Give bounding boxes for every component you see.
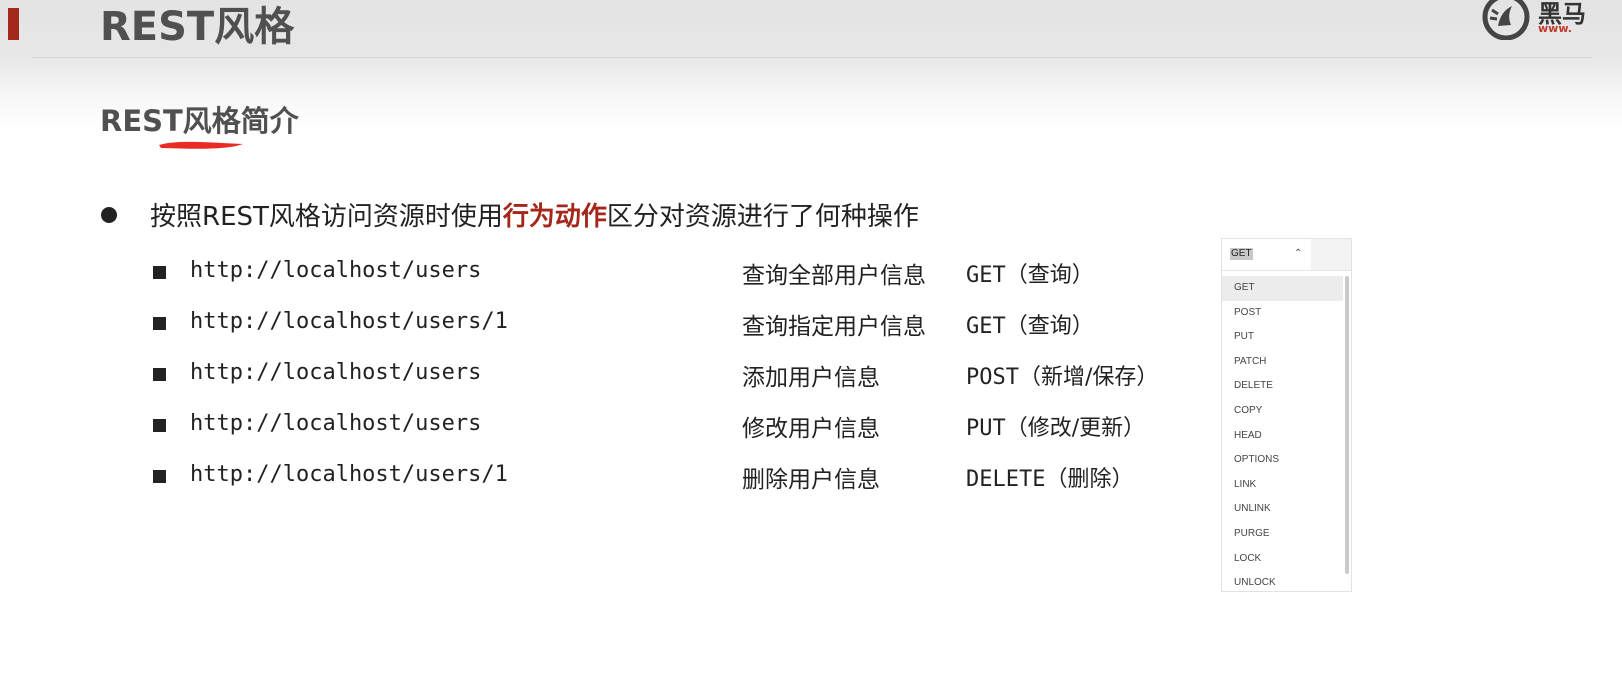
selected-method: GET [1230,248,1253,260]
http-method-dropdown[interactable]: GET ⌃ GET POST PUT PATCH DELETE COPY HEA… [1221,238,1352,592]
square-bullet [153,419,166,432]
endpoint-url: http://localhost/users [190,411,482,436]
dropdown-header-spacer [1311,239,1351,271]
method-note: （新增/保存） [1018,365,1159,390]
square-bullet [153,368,166,381]
method-option[interactable]: LOCK [1222,547,1343,572]
list-item: http://localhost/users/1 删除用户信息 DELETE（删… [0,459,1622,499]
method-name: PUT [966,416,1006,441]
method-option[interactable]: COPY [1222,399,1343,424]
square-bullet [153,266,166,279]
http-method: PUT（修改/更新） [966,410,1145,442]
method-note: （修改/更新） [1005,416,1146,441]
list-item: http://localhost/users/1 查询指定用户信息 GET（查询… [0,306,1622,346]
method-option[interactable]: UNLINK [1222,497,1343,522]
list-item: http://localhost/users 添加用户信息 POST（新增/保存… [0,357,1622,397]
list-item: http://localhost/users 修改用户信息 PUT（修改/更新） [0,408,1622,448]
method-name: GET [966,263,1006,288]
chevron-up-icon[interactable]: ⌃ [1294,248,1302,259]
method-options-list: GET POST PUT PATCH DELETE COPY HEAD OPTI… [1222,276,1343,596]
method-option[interactable]: UNLOCK [1222,571,1343,596]
method-option[interactable]: PATCH [1222,350,1343,375]
header-divider [32,57,1592,58]
endpoint-description: 添加用户信息 [742,365,880,391]
intro-text: 按照REST风格访问资源时使用行为动作区分对资源进行了何种操作 [150,196,919,233]
method-option[interactable]: POST [1222,301,1343,326]
endpoint-url: http://localhost/users/1 [190,462,508,487]
intro-before: 按照REST风格访问资源时使用 [150,202,503,232]
endpoint-url: http://localhost/users [190,258,482,283]
http-method: POST（新增/保存） [966,359,1158,391]
method-note: （查询） [1005,263,1094,288]
bullet-dot [101,207,117,223]
intro-after: 区分对资源进行了何种操作 [606,202,919,232]
highlight-underline [159,141,243,149]
method-option[interactable]: HEAD [1222,424,1343,449]
method-option[interactable]: DELETE [1222,374,1343,399]
brand-logo-icon [1482,0,1530,40]
method-note: （查询） [1005,314,1094,339]
method-select[interactable]: GET ⌃ [1222,239,1312,271]
dropdown-scrollbar[interactable] [1345,276,1349,574]
endpoint-description: 查询指定用户信息 [742,314,926,340]
section-subtitle: REST风格简介 [100,104,299,138]
brand-url: www. [1538,22,1572,35]
square-bullet [153,470,166,483]
method-option[interactable]: LINK [1222,473,1343,498]
endpoint-description: 修改用户信息 [742,416,880,442]
method-option[interactable]: GET [1222,276,1343,301]
http-method: GET（查询） [966,257,1094,289]
endpoint-description: 删除用户信息 [742,467,880,493]
accent-tab [8,8,19,40]
method-option[interactable]: PUT [1222,325,1343,350]
method-name: POST [966,365,1019,390]
method-note: （删除） [1045,467,1134,492]
method-name: GET [966,314,1006,339]
http-method: DELETE（删除） [966,461,1134,493]
method-name: DELETE [966,467,1046,492]
http-method: GET（查询） [966,308,1094,340]
intro-emphasis: 行为动作 [502,202,607,232]
square-bullet [153,317,166,330]
endpoint-url: http://localhost/users [190,360,482,385]
list-item: http://localhost/users 查询全部用户信息 GET（查询） [0,255,1622,295]
method-option[interactable]: PURGE [1222,522,1343,547]
slide-title: REST风格 [100,4,295,50]
endpoint-url: http://localhost/users/1 [190,309,508,334]
endpoint-description: 查询全部用户信息 [742,263,926,289]
method-option[interactable]: OPTIONS [1222,448,1343,473]
